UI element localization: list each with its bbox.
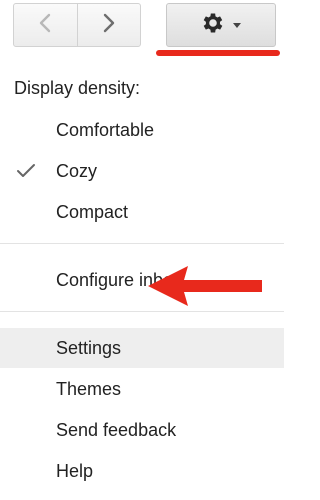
next-button[interactable] <box>76 4 141 46</box>
settings-gear-button[interactable] <box>166 3 276 47</box>
previous-button[interactable] <box>14 4 77 46</box>
menu-item-label: Settings <box>56 338 122 358</box>
display-density-label: Display density: <box>14 78 141 98</box>
gear-icon <box>200 10 226 41</box>
settings-menu-screenshot: Display density: Comfortable Cozy Compac… <box>0 0 284 500</box>
caret-down-icon <box>232 16 242 34</box>
menu-item-label: Help <box>56 461 94 481</box>
density-compact[interactable]: Compact <box>0 192 284 232</box>
chevron-right-icon <box>102 12 116 39</box>
menu-item-label: Compact <box>56 202 129 222</box>
menu-item-label: Cozy <box>56 161 98 181</box>
pagination-buttons <box>13 3 141 47</box>
menu-item-label: Themes <box>56 379 122 399</box>
annotation-arrow-icon <box>148 266 262 306</box>
annotation-underline <box>156 50 280 56</box>
density-cozy[interactable]: Cozy <box>0 151 284 191</box>
checkmark-icon <box>14 151 38 191</box>
settings-item[interactable]: Settings <box>0 328 284 368</box>
density-comfortable[interactable]: Comfortable <box>0 110 284 150</box>
menu-item-label: Send feedback <box>56 420 177 440</box>
send-feedback-item[interactable]: Send feedback <box>0 410 284 450</box>
help-item[interactable]: Help <box>0 451 284 491</box>
menu-divider <box>0 243 284 244</box>
menu-divider <box>0 311 284 312</box>
themes-item[interactable]: Themes <box>0 369 284 409</box>
menu-item-label: Comfortable <box>56 120 155 140</box>
toolbar <box>0 0 284 58</box>
chevron-left-icon <box>38 12 52 39</box>
